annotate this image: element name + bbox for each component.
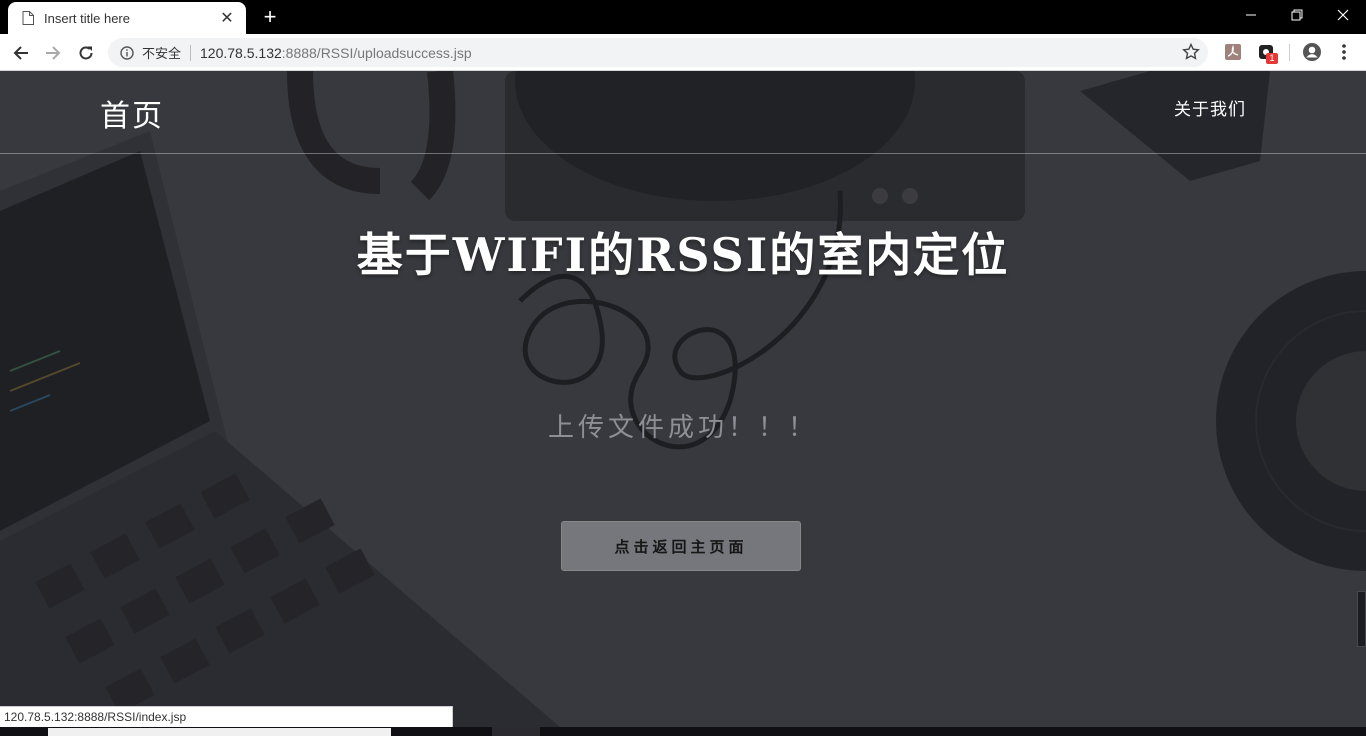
address-bar[interactable]: 不安全 120.78.5.132:8888/RSSI/uploadsuccess…: [108, 38, 1208, 67]
return-home-button[interactable]: 点击返回主页面: [561, 521, 801, 571]
side-widget-handle[interactable]: [1357, 591, 1366, 647]
notification-extension-icon[interactable]: 1: [1257, 42, 1278, 64]
status-bubble: 120.78.5.132:8888/RSSI/index.jsp: [0, 706, 453, 727]
url-host: 120.78.5.132: [200, 44, 282, 61]
taskbar-app-item[interactable]: [492, 727, 540, 736]
nav-home-link[interactable]: 首页: [100, 91, 164, 135]
extension-badge: 1: [1266, 53, 1278, 64]
browser-toolbar: 不安全 120.78.5.132:8888/RSSI/uploadsuccess…: [0, 34, 1366, 71]
page-title: 基于WIFI的RSSI的室内定位: [356, 228, 1010, 282]
header-divider: [0, 153, 1366, 154]
info-icon[interactable]: [120, 45, 134, 60]
upload-success-message: 上传文件成功！！！: [547, 413, 818, 443]
kebab-menu-icon[interactable]: [1334, 42, 1354, 62]
page-icon: [22, 11, 34, 25]
back-arrow-icon[interactable]: [8, 40, 34, 66]
profile-icon[interactable]: [1302, 42, 1322, 62]
bookmark-star-icon[interactable]: [1182, 43, 1200, 61]
tab-title: Insert title here: [44, 10, 130, 26]
os-taskbar: [0, 727, 1366, 736]
url-text[interactable]: 120.78.5.132:8888/RSSI/uploadsuccess.jsp: [200, 45, 472, 61]
toolbar-divider: [1289, 44, 1290, 61]
tab-bar: Insert title here ✕ +: [0, 0, 1366, 34]
background-overlay: [0, 71, 1366, 727]
security-label[interactable]: 不安全: [142, 43, 181, 62]
taskbar-search-box[interactable]: [48, 728, 391, 736]
new-tab-button[interactable]: +: [258, 6, 282, 30]
browser-tab[interactable]: Insert title here ✕: [8, 2, 246, 34]
url-path: :8888/RSSI/uploadsuccess.jsp: [281, 44, 472, 61]
pdf-extension-icon[interactable]: [1223, 42, 1243, 62]
restore-icon[interactable]: [1274, 0, 1320, 30]
omnibox-divider: [190, 44, 192, 61]
reload-icon[interactable]: [73, 40, 99, 66]
minimize-icon[interactable]: [1228, 0, 1274, 30]
forward-arrow-icon[interactable]: [40, 40, 66, 66]
nav-about-link[interactable]: 关于我们: [1174, 95, 1246, 120]
window-close-icon[interactable]: [1320, 0, 1366, 30]
close-icon[interactable]: ✕: [218, 9, 236, 27]
page-viewport: 首页 关于我们 基于WIFI的RSSI的室内定位 上传文件成功！！！ 点击返回主…: [0, 71, 1366, 727]
